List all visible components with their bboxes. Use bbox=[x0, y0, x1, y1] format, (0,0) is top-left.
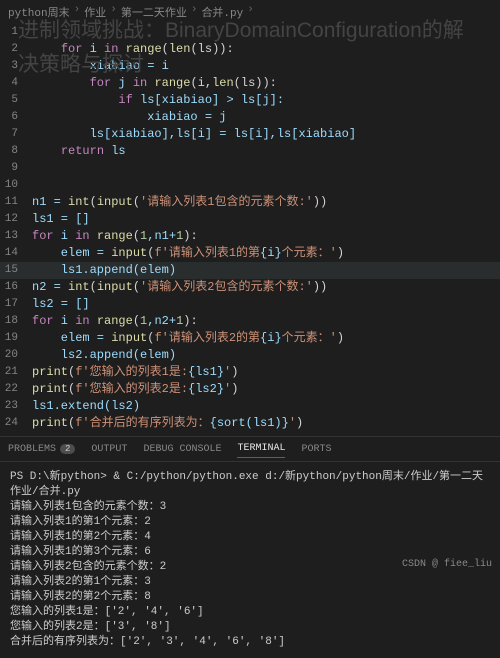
code-content[interactable]: return ls bbox=[32, 143, 500, 160]
line-number: 6 bbox=[0, 109, 32, 126]
panel-tabs: PROBLEMS 2 OUTPUT DEBUG CONSOLE TERMINAL… bbox=[0, 436, 500, 462]
code-editor[interactable]: 1 2 for i in range(len(ls)):3 xiabiao = … bbox=[0, 24, 500, 432]
code-line[interactable]: 10 bbox=[0, 177, 500, 194]
crumb[interactable]: 合并.py bbox=[201, 4, 243, 20]
breadcrumb: python周末› 作业› 第一二天作业› 合并.py› bbox=[0, 0, 500, 24]
line-number: 1 bbox=[0, 24, 32, 41]
code-content[interactable] bbox=[32, 24, 500, 41]
code-line[interactable]: 16n2 = int(input('请输入列表2包含的元素个数:')) bbox=[0, 279, 500, 296]
code-line[interactable]: 8 return ls bbox=[0, 143, 500, 160]
tab-problems[interactable]: PROBLEMS 2 bbox=[8, 444, 75, 455]
code-content[interactable]: print(f'您输入的列表2是:{ls2}') bbox=[32, 381, 500, 398]
code-content[interactable]: for j in range(i,len(ls)): bbox=[32, 75, 500, 92]
code-line[interactable]: 20 ls2.append(elem) bbox=[0, 347, 500, 364]
code-line[interactable]: 13for i in range(1,n1+1): bbox=[0, 228, 500, 245]
line-number: 17 bbox=[0, 296, 32, 313]
line-number: 13 bbox=[0, 228, 32, 245]
terminal-line: 请输入列表1的第1个元素：2 bbox=[10, 515, 490, 530]
code-line[interactable]: 4 for j in range(i,len(ls)): bbox=[0, 75, 500, 92]
code-line[interactable]: 11n1 = int(input('请输入列表1包含的元素个数:')) bbox=[0, 194, 500, 211]
code-content[interactable]: for i in range(1,n2+1): bbox=[32, 313, 500, 330]
code-content[interactable]: for i in range(len(ls)): bbox=[32, 41, 500, 58]
code-line[interactable]: 24print(f'合并后的有序列表为：{sort(ls1)}') bbox=[0, 415, 500, 432]
code-content[interactable]: if ls[xiabiao] > ls[j]: bbox=[32, 92, 500, 109]
code-line[interactable]: 7 ls[xiabiao],ls[i] = ls[i],ls[xiabiao] bbox=[0, 126, 500, 143]
tab-ports[interactable]: PORTS bbox=[301, 444, 331, 455]
code-line[interactable]: 9 bbox=[0, 160, 500, 177]
code-content[interactable]: ls2 = [] bbox=[32, 296, 500, 313]
line-number: 2 bbox=[0, 41, 32, 58]
code-content[interactable]: ls2.append(elem) bbox=[32, 347, 500, 364]
code-content[interactable] bbox=[32, 177, 500, 194]
code-content[interactable]: elem = input(f'请输入列表1的第{i}个元素：') bbox=[32, 245, 500, 262]
code-line[interactable]: 22print(f'您输入的列表2是:{ls2}') bbox=[0, 381, 500, 398]
line-number: 5 bbox=[0, 92, 32, 109]
tab-output[interactable]: OUTPUT bbox=[91, 444, 127, 455]
terminal-line: 请输入列表1的第3个元素：6 bbox=[10, 545, 490, 560]
problems-badge: 2 bbox=[60, 444, 75, 454]
code-content[interactable]: xiabiao = i bbox=[32, 58, 500, 75]
code-line[interactable]: 2 for i in range(len(ls)): bbox=[0, 41, 500, 58]
code-line[interactable]: 15 ls1.append(elem) bbox=[0, 262, 500, 279]
code-line[interactable]: 1 bbox=[0, 24, 500, 41]
line-number: 18 bbox=[0, 313, 32, 330]
tab-terminal[interactable]: TERMINAL bbox=[237, 440, 285, 458]
code-line[interactable]: 21print(f'您输入的列表1是:{ls1}') bbox=[0, 364, 500, 381]
line-number: 22 bbox=[0, 381, 32, 398]
code-content[interactable]: ls1 = [] bbox=[32, 211, 500, 228]
code-line[interactable]: 14 elem = input(f'请输入列表1的第{i}个元素：') bbox=[0, 245, 500, 262]
terminal-line: 合并后的有序列表为：['2', '3', '4', '6', '8'] bbox=[10, 635, 490, 650]
code-content[interactable]: print(f'您输入的列表1是:{ls1}') bbox=[32, 364, 500, 381]
terminal-line: 请输入列表1包含的元素个数：3 bbox=[10, 500, 490, 515]
code-content[interactable]: ls1.extend(ls2) bbox=[32, 398, 500, 415]
watermark: CSDN @ fiee_liu bbox=[402, 559, 492, 570]
line-number: 3 bbox=[0, 58, 32, 75]
terminal-line: 请输入列表1的第2个元素：4 bbox=[10, 530, 490, 545]
crumb[interactable]: python周末 bbox=[8, 4, 70, 20]
terminal-line: 请输入列表2的第1个元素：3 bbox=[10, 575, 490, 590]
line-number: 15 bbox=[0, 262, 32, 279]
code-line[interactable]: 17ls2 = [] bbox=[0, 296, 500, 313]
line-number: 23 bbox=[0, 398, 32, 415]
code-content[interactable] bbox=[32, 160, 500, 177]
line-number: 7 bbox=[0, 126, 32, 143]
code-content[interactable]: n2 = int(input('请输入列表2包含的元素个数:')) bbox=[32, 279, 500, 296]
crumb[interactable]: 第一二天作业 bbox=[121, 4, 187, 20]
line-number: 19 bbox=[0, 330, 32, 347]
line-number: 11 bbox=[0, 194, 32, 211]
crumb[interactable]: 作业 bbox=[84, 4, 106, 20]
code-content[interactable]: ls1.append(elem) bbox=[32, 262, 500, 279]
line-number: 9 bbox=[0, 160, 32, 177]
line-number: 12 bbox=[0, 211, 32, 228]
code-content[interactable]: ls[xiabiao],ls[i] = ls[i],ls[xiabiao] bbox=[32, 126, 500, 143]
code-line[interactable]: 5 if ls[xiabiao] > ls[j]: bbox=[0, 92, 500, 109]
line-number: 10 bbox=[0, 177, 32, 194]
code-line[interactable]: 18for i in range(1,n2+1): bbox=[0, 313, 500, 330]
line-number: 14 bbox=[0, 245, 32, 262]
code-content[interactable]: for i in range(1,n1+1): bbox=[32, 228, 500, 245]
line-number: 24 bbox=[0, 415, 32, 432]
line-number: 20 bbox=[0, 347, 32, 364]
line-number: 4 bbox=[0, 75, 32, 92]
code-content[interactable]: print(f'合并后的有序列表为：{sort(ls1)}') bbox=[32, 415, 500, 432]
line-number: 16 bbox=[0, 279, 32, 296]
tab-debug[interactable]: DEBUG CONSOLE bbox=[143, 444, 221, 455]
terminal-line: 您输入的列表1是：['2', '4', '6'] bbox=[10, 605, 490, 620]
code-line[interactable]: 23ls1.extend(ls2) bbox=[0, 398, 500, 415]
line-number: 21 bbox=[0, 364, 32, 381]
code-line[interactable]: 19 elem = input(f'请输入列表2的第{i}个元素：') bbox=[0, 330, 500, 347]
terminal-line: 请输入列表2的第2个元素：8 bbox=[10, 590, 490, 605]
code-content[interactable]: xiabiao = j bbox=[32, 109, 500, 126]
code-line[interactable]: 3 xiabiao = i bbox=[0, 58, 500, 75]
line-number: 8 bbox=[0, 143, 32, 160]
terminal-line: PS D:\新python> & C:/python/python.exe d:… bbox=[10, 470, 490, 500]
terminal-line: 您输入的列表2是：['3', '8'] bbox=[10, 620, 490, 635]
code-content[interactable]: n1 = int(input('请输入列表1包含的元素个数:')) bbox=[32, 194, 500, 211]
code-content[interactable]: elem = input(f'请输入列表2的第{i}个元素：') bbox=[32, 330, 500, 347]
code-line[interactable]: 6 xiabiao = j bbox=[0, 109, 500, 126]
code-line[interactable]: 12ls1 = [] bbox=[0, 211, 500, 228]
